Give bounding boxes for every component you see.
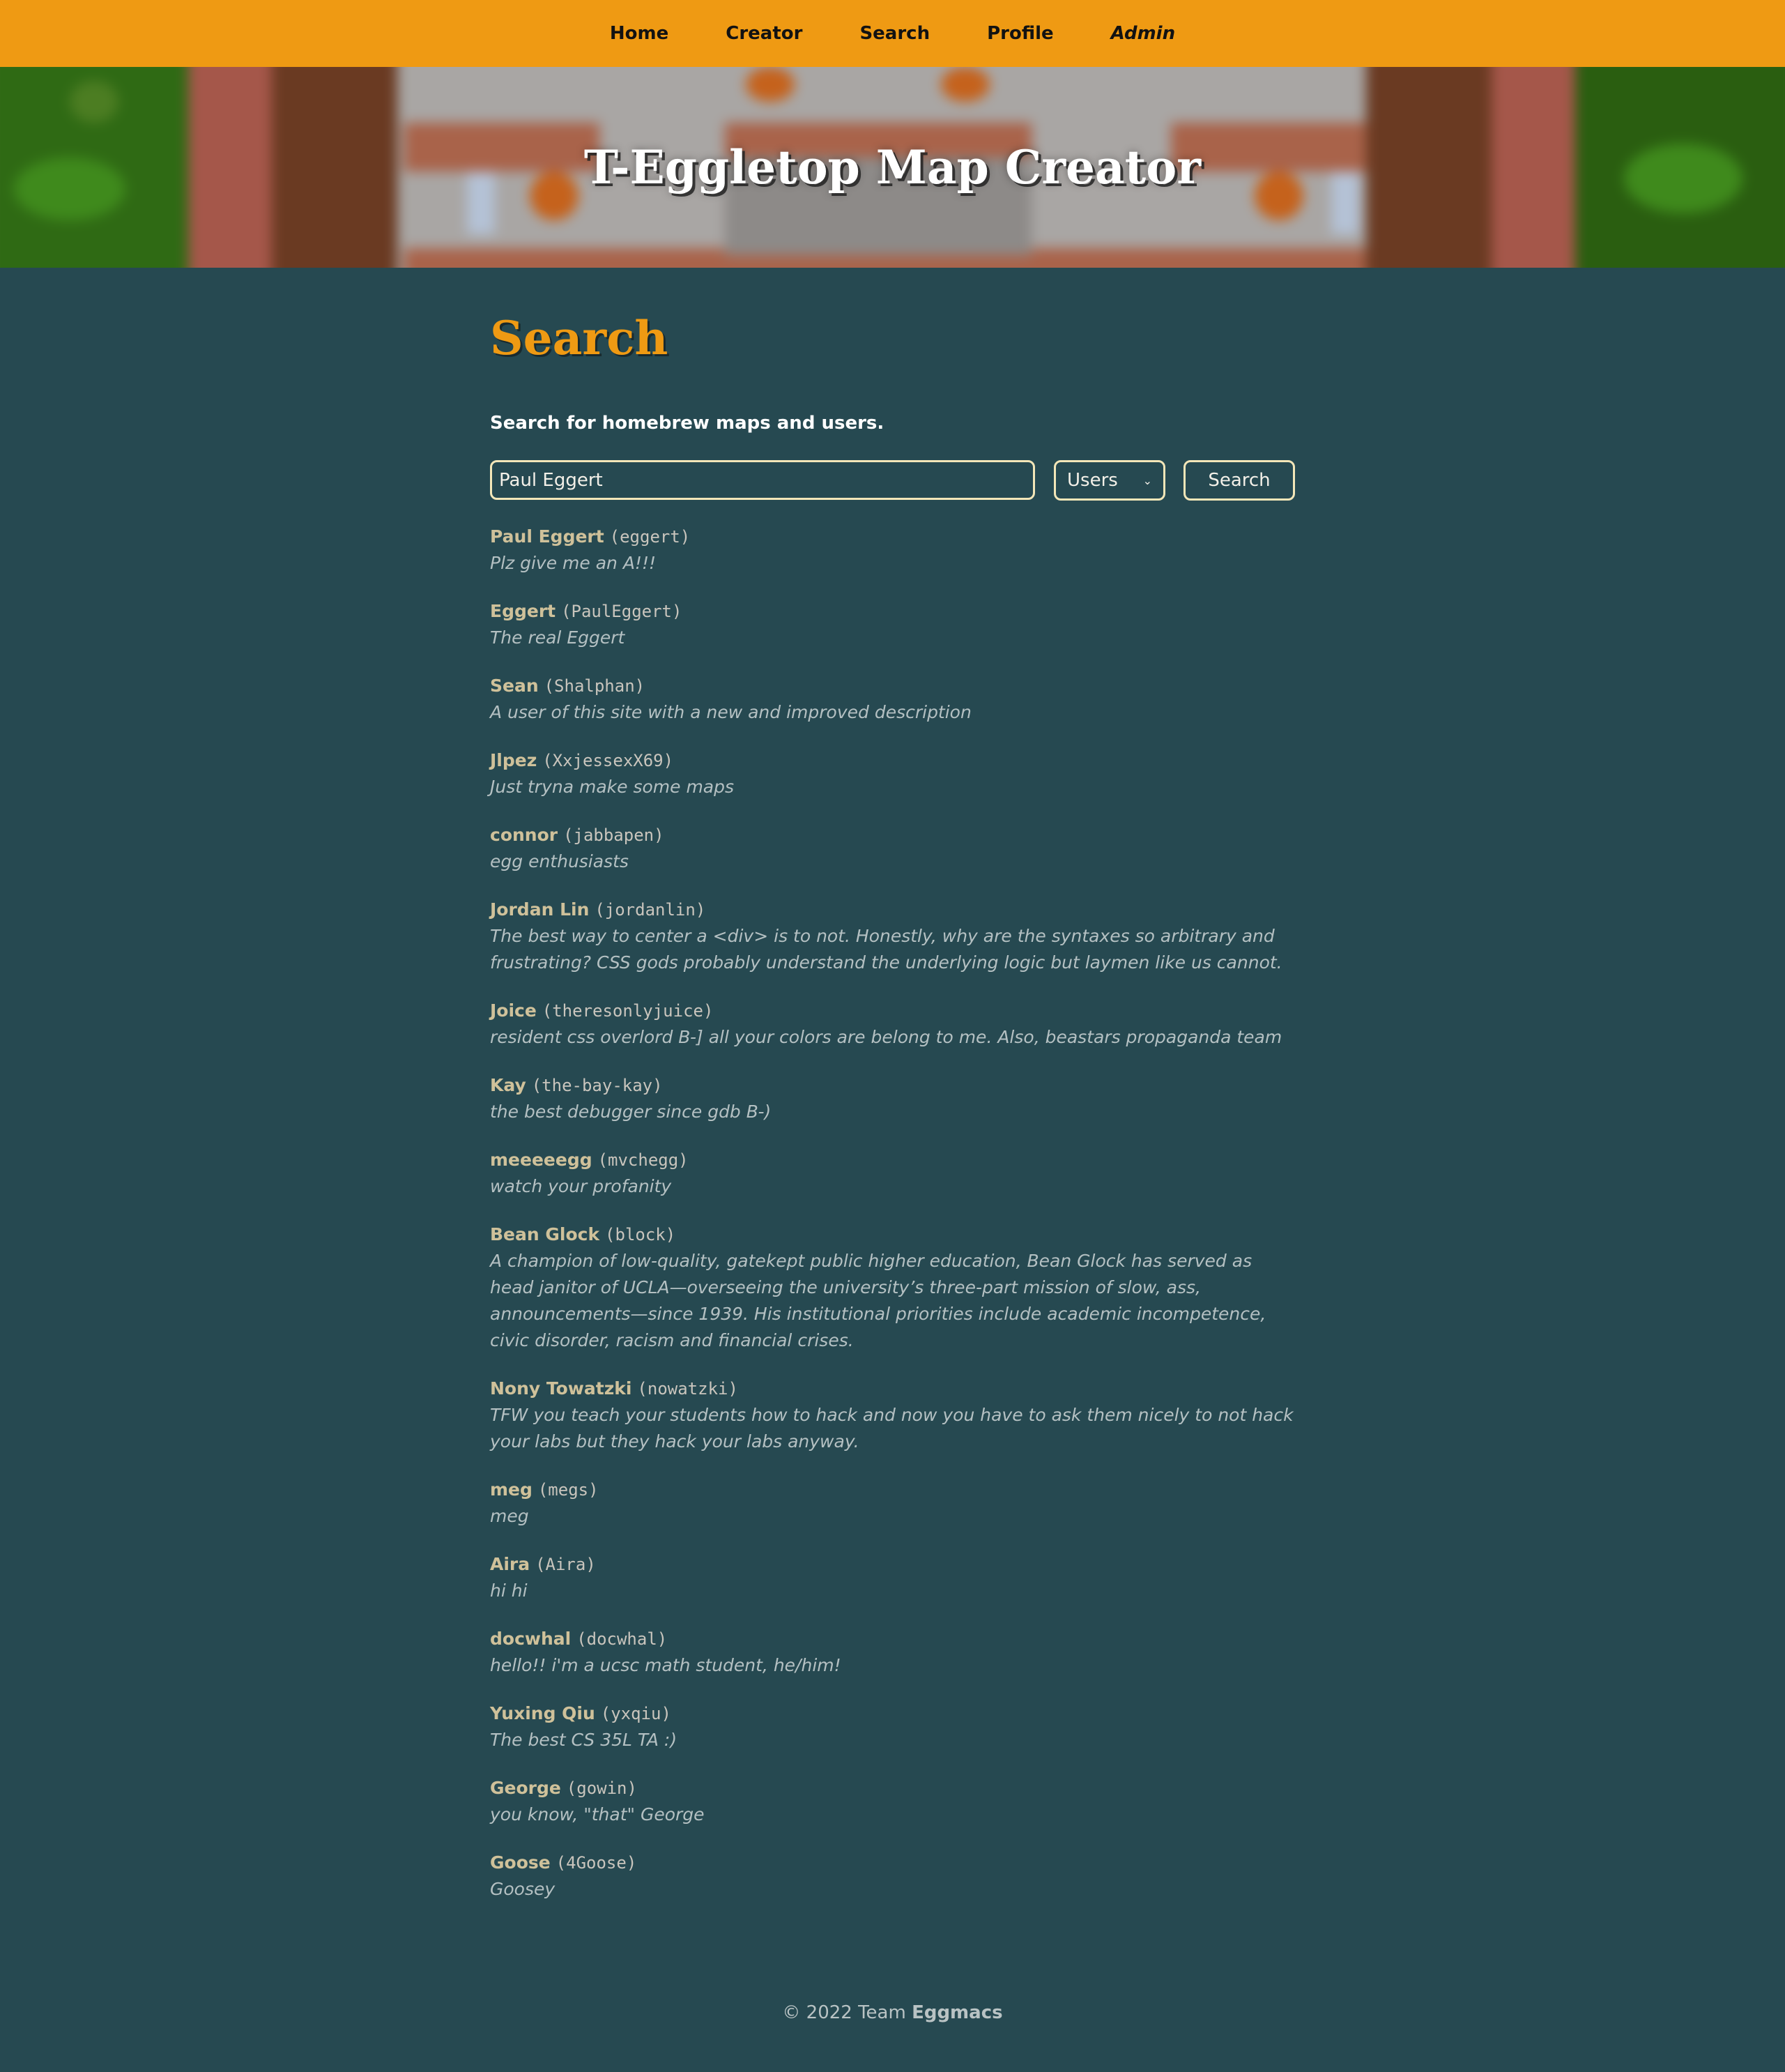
result-username: (nowatzki) bbox=[637, 1379, 738, 1399]
nav-search-link[interactable]: Search bbox=[831, 23, 958, 44]
result-user-name-link[interactable]: Paul Eggert bbox=[490, 526, 604, 547]
result-bio: Plz give me an A!!! bbox=[490, 553, 656, 573]
result-user-name-link[interactable]: Aira bbox=[490, 1554, 530, 1574]
result-user-name-link[interactable]: connor bbox=[490, 825, 558, 845]
result-bio: A champion of low-quality, gatekept publ… bbox=[490, 1251, 1266, 1350]
list-item: Aira (Aira) hi hi bbox=[490, 1551, 1295, 1604]
list-item: Paul Eggert (eggert) Plz give me an A!!! bbox=[490, 524, 1295, 577]
result-username: (mvchegg) bbox=[597, 1150, 689, 1170]
list-item: George (gowin) you know, "that" George bbox=[490, 1775, 1295, 1828]
page-title: Search bbox=[490, 311, 668, 365]
result-username: (Shalphan) bbox=[544, 676, 645, 696]
list-item: Joice (theresonlyjuice) resident css ove… bbox=[490, 998, 1295, 1051]
list-item: Jordan Lin (jordanlin) The best way to c… bbox=[490, 897, 1295, 976]
result-user-name-link[interactable]: meeeeegg bbox=[490, 1150, 592, 1170]
result-user-name-link[interactable]: George bbox=[490, 1778, 561, 1798]
result-bio: egg enthusiasts bbox=[490, 851, 629, 871]
result-user-name-link[interactable]: Eggert bbox=[490, 601, 556, 621]
list-item: Sean (Shalphan) A user of this site with… bbox=[490, 673, 1295, 726]
result-username: (PaulEggert) bbox=[561, 602, 682, 621]
search-input[interactable] bbox=[490, 460, 1035, 500]
result-bio: Just tryna make some maps bbox=[490, 777, 735, 797]
result-bio: The real Eggert bbox=[490, 627, 625, 648]
result-user-name-link[interactable]: meg bbox=[490, 1479, 533, 1500]
result-user-name-link[interactable]: Jlpez bbox=[490, 750, 537, 770]
result-bio: hi hi bbox=[490, 1580, 528, 1601]
list-item: Yuxing Qiu (yxqiu) The best CS 35L TA :) bbox=[490, 1700, 1295, 1753]
result-bio: The best way to center a <div> is to not… bbox=[490, 926, 1282, 973]
site-title: T-Eggletop Map Creator bbox=[583, 140, 1202, 195]
result-user-name-link[interactable]: Yuxing Qiu bbox=[490, 1703, 595, 1723]
list-item: Bean Glock (block) A champion of low-qua… bbox=[490, 1221, 1295, 1354]
list-item: docwhal (docwhal) hello!! i'm a ucsc mat… bbox=[490, 1626, 1295, 1679]
result-username: (gowin) bbox=[566, 1778, 637, 1798]
result-user-name-link[interactable]: docwhal bbox=[490, 1629, 571, 1649]
result-bio: resident css overlord B-] all your color… bbox=[490, 1027, 1282, 1047]
nav-home-link[interactable]: Home bbox=[581, 23, 697, 44]
footer-team-name: Eggmacs bbox=[912, 2002, 1003, 2023]
result-bio: you know, "that" George bbox=[490, 1804, 705, 1825]
result-user-name-link[interactable]: Jordan Lin bbox=[490, 899, 589, 920]
search-type-selected-label: Users bbox=[1067, 470, 1118, 491]
result-bio: TFW you teach your students how to hack … bbox=[490, 1405, 1294, 1452]
result-user-name-link[interactable]: Joice bbox=[490, 1000, 537, 1021]
top-nav: Home Creator Search Profile Admin bbox=[0, 0, 1785, 67]
list-item: Eggert (PaulEggert) The real Eggert bbox=[490, 598, 1295, 651]
result-bio: the best debugger since gdb B-) bbox=[490, 1102, 772, 1122]
nav-admin-link[interactable]: Admin bbox=[1082, 23, 1204, 44]
result-bio: watch your profanity bbox=[490, 1176, 672, 1196]
nav-profile-link[interactable]: Profile bbox=[958, 23, 1082, 44]
result-username: (jabbapen) bbox=[563, 825, 664, 845]
search-button[interactable]: Search bbox=[1183, 460, 1295, 501]
result-username: (docwhal) bbox=[576, 1629, 668, 1649]
list-item: meg (megs) meg bbox=[490, 1477, 1295, 1530]
result-user-name-link[interactable]: Goose bbox=[490, 1852, 551, 1873]
list-item: meeeeegg (mvchegg) watch your profanity bbox=[490, 1147, 1295, 1200]
result-bio: The best CS 35L TA :) bbox=[490, 1730, 677, 1750]
list-item: Nony Towatzki (nowatzki) TFW you teach y… bbox=[490, 1376, 1295, 1455]
result-username: (4Goose) bbox=[556, 1853, 637, 1873]
result-user-name-link[interactable]: Sean bbox=[490, 676, 539, 696]
result-username: (XxjessexX69) bbox=[542, 751, 674, 770]
result-username: (megs) bbox=[537, 1480, 599, 1500]
result-bio: Goosey bbox=[490, 1879, 556, 1899]
result-username: (Aira) bbox=[535, 1555, 596, 1574]
result-user-name-link[interactable]: Bean Glock bbox=[490, 1224, 599, 1244]
search-results-list: Paul Eggert (eggert) Plz give me an A!!!… bbox=[490, 524, 1295, 1924]
list-item: Goose (4Goose) Goosey bbox=[490, 1850, 1295, 1903]
search-type-select[interactable]: Users ⌄ bbox=[1054, 460, 1165, 501]
result-user-name-link[interactable]: Kay bbox=[490, 1075, 526, 1095]
list-item: Jlpez (XxjessexX69) Just tryna make some… bbox=[490, 747, 1295, 800]
hero-banner: T-Eggletop Map Creator bbox=[0, 67, 1785, 268]
result-bio: A user of this site with a new and impro… bbox=[490, 702, 972, 722]
result-user-name-link[interactable]: Nony Towatzki bbox=[490, 1378, 631, 1399]
result-username: (the-bay-kay) bbox=[531, 1076, 663, 1095]
list-item: connor (jabbapen) egg enthusiasts bbox=[490, 822, 1295, 875]
page-subtitle: Search for homebrew maps and users. bbox=[490, 413, 884, 434]
result-username: (theresonlyjuice) bbox=[542, 1001, 714, 1021]
list-item: Kay (the-bay-kay) the best debugger sinc… bbox=[490, 1072, 1295, 1125]
result-username: (block) bbox=[605, 1225, 676, 1244]
nav-creator-link[interactable]: Creator bbox=[697, 23, 831, 44]
result-username: (eggert) bbox=[609, 527, 691, 547]
chevron-down-icon: ⌄ bbox=[1142, 473, 1152, 487]
result-username: (yxqiu) bbox=[600, 1704, 671, 1723]
result-bio: hello!! i'm a ucsc math student, he/him! bbox=[490, 1655, 841, 1675]
footer-copyright: © 2022 Team bbox=[782, 2002, 906, 2023]
result-username: (jordanlin) bbox=[595, 900, 706, 920]
result-bio: meg bbox=[490, 1506, 529, 1526]
page-footer: © 2022 Team Eggmacs bbox=[0, 2002, 1785, 2023]
